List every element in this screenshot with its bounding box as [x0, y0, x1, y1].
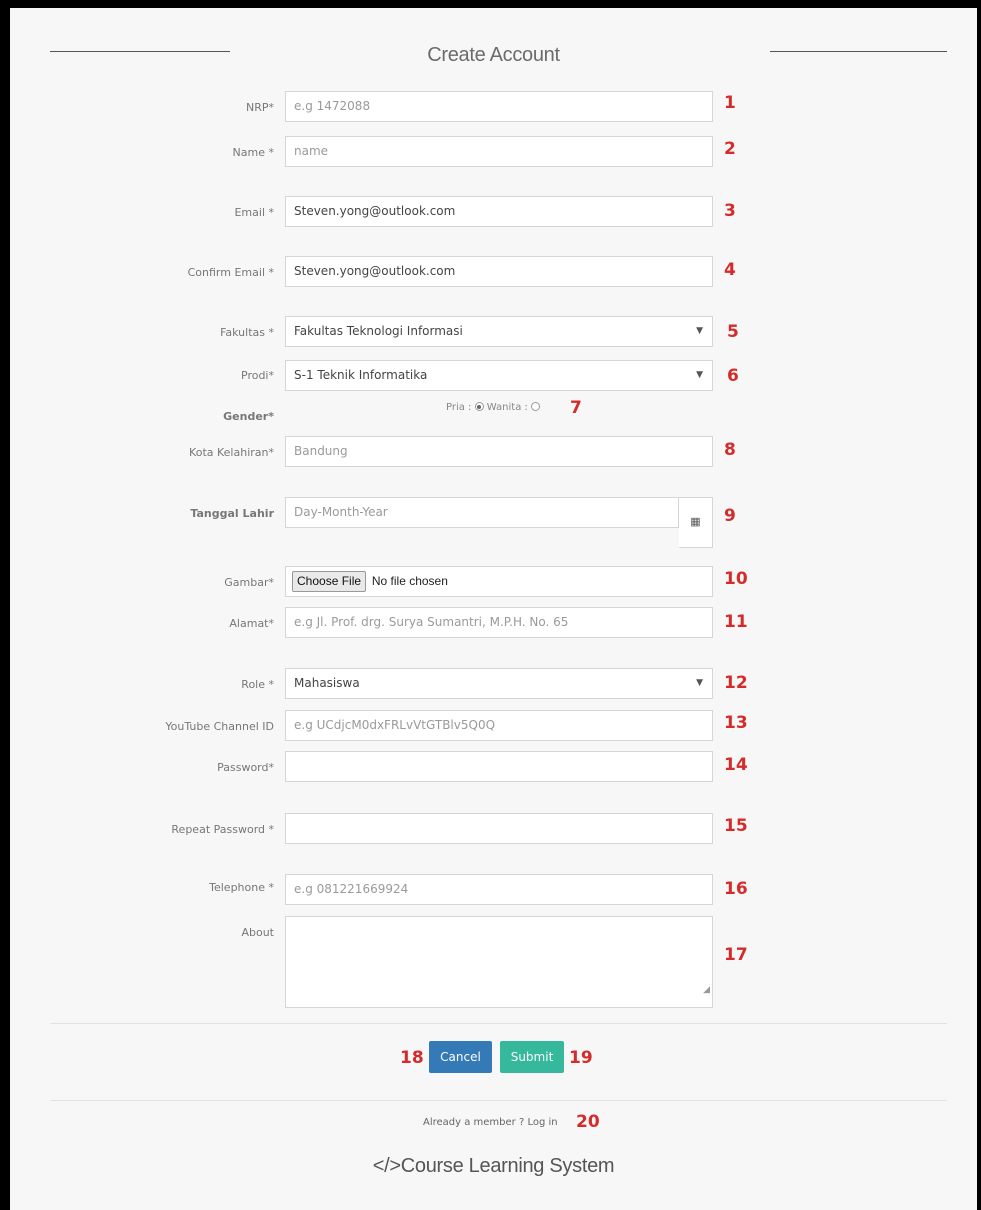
prodi-select[interactable]: S-1 Teknik Informatika ▼	[285, 360, 713, 391]
calendar-button[interactable]: ▦	[679, 497, 713, 548]
prodi-selected: S-1 Teknik Informatika	[294, 368, 428, 382]
marker-19: 19	[569, 1048, 593, 1068]
marker-4: 4	[724, 260, 736, 280]
youtube-channel-input[interactable]: e.g UCdjcM0dxFRLvVtGTBlv5Q0Q	[285, 710, 713, 741]
alamat-label: Alamat*	[229, 617, 274, 630]
name-label: Name *	[232, 146, 274, 159]
telephone-input[interactable]: e.g 081221669924	[285, 874, 713, 905]
confirm-email-input[interactable]: Steven.yong@outlook.com	[285, 256, 713, 287]
role-select[interactable]: Mahasiswa ▼	[285, 668, 713, 699]
name-input[interactable]: name	[285, 136, 713, 167]
gender-radio-group: Pria : Wanita :	[446, 402, 541, 413]
marker-14: 14	[724, 755, 748, 775]
nrp-label: NRP*	[245, 101, 274, 114]
create-account-page: Create Account NRP* e.g 1472088 1 Name *…	[10, 8, 977, 1210]
kota-kelahiran-input[interactable]: Bandung	[285, 436, 713, 467]
role-label: Role *	[241, 678, 274, 691]
repeat-password-label: Repeat Password *	[171, 823, 274, 836]
gender-wanita-radio[interactable]	[531, 402, 541, 411]
kota-kelahiran-label: Kota Kelahiran*	[189, 446, 274, 459]
marker-18: 18	[400, 1048, 424, 1068]
marker-16: 16	[724, 879, 748, 899]
gender-pria-radio[interactable]	[474, 402, 484, 411]
marker-12: 12	[724, 673, 748, 693]
marker-15: 15	[724, 816, 748, 836]
fakultas-selected: Fakultas Teknologi Informasi	[294, 324, 463, 338]
chevron-down-icon: ▼	[696, 326, 703, 336]
telephone-label: Telephone *	[209, 881, 274, 894]
calendar-icon: ▦	[690, 516, 701, 528]
marker-5: 5	[727, 322, 739, 342]
confirm-email-label: Confirm Email *	[187, 266, 274, 279]
resize-handle-icon[interactable]: ◢	[703, 976, 710, 1005]
file-status: No file chosen	[371, 574, 448, 588]
gambar-file-input[interactable]: Choose File No file chosen	[285, 566, 713, 597]
choose-file-button[interactable]: Choose File	[292, 571, 367, 592]
gender-label: Gender*	[223, 410, 274, 423]
brand-logo-text: </>Course Learning System	[372, 1155, 615, 1177]
marker-20: 20	[576, 1112, 600, 1132]
prodi-label: Prodi*	[241, 369, 274, 382]
youtube-label: YouTube Channel ID	[165, 720, 274, 733]
email-input[interactable]: Steven.yong@outlook.com	[285, 196, 713, 227]
submit-button[interactable]: Submit	[500, 1041, 564, 1073]
marker-8: 8	[724, 440, 736, 460]
role-selected: Mahasiswa	[294, 676, 360, 690]
alamat-input[interactable]: e.g Jl. Prof. drg. Surya Sumantri, M.P.H…	[285, 607, 713, 638]
marker-17: 17	[724, 945, 748, 965]
marker-9: 9	[724, 506, 736, 526]
password-label: Password*	[217, 761, 274, 774]
title-divider-right	[770, 51, 947, 52]
gender-pria-label: Pria :	[446, 402, 472, 413]
marker-13: 13	[724, 713, 748, 733]
marker-6: 6	[727, 366, 739, 386]
footer-divider	[50, 1100, 947, 1101]
chevron-down-icon: ▼	[696, 678, 703, 688]
cancel-button[interactable]: Cancel	[429, 1041, 492, 1073]
nrp-input[interactable]: e.g 1472088	[285, 91, 713, 122]
marker-10: 10	[724, 569, 748, 589]
gambar-label: Gambar*	[224, 576, 274, 589]
tanggal-lahir-input[interactable]: Day-Month-Year	[285, 497, 679, 528]
chevron-down-icon: ▼	[696, 370, 703, 380]
repeat-password-input[interactable]	[285, 813, 713, 844]
email-label: Email *	[234, 206, 274, 219]
about-label: About	[241, 926, 274, 939]
fakultas-select[interactable]: Fakultas Teknologi Informasi ▼	[285, 316, 713, 347]
marker-1: 1	[724, 93, 736, 113]
fakultas-label: Fakultas *	[220, 326, 274, 339]
gender-wanita-label: Wanita :	[486, 402, 528, 413]
form-divider	[50, 1023, 947, 1024]
login-link[interactable]: Already a member ? Log in	[423, 1117, 558, 1128]
marker-2: 2	[724, 139, 736, 159]
marker-3: 3	[724, 201, 736, 221]
marker-7: 7	[570, 398, 582, 418]
marker-11: 11	[724, 612, 748, 632]
tanggal-lahir-label: Tanggal Lahir	[190, 507, 274, 520]
about-textarea[interactable]: ◢	[285, 916, 713, 1008]
page-title: Create Account	[427, 44, 560, 66]
password-input[interactable]	[285, 751, 713, 782]
